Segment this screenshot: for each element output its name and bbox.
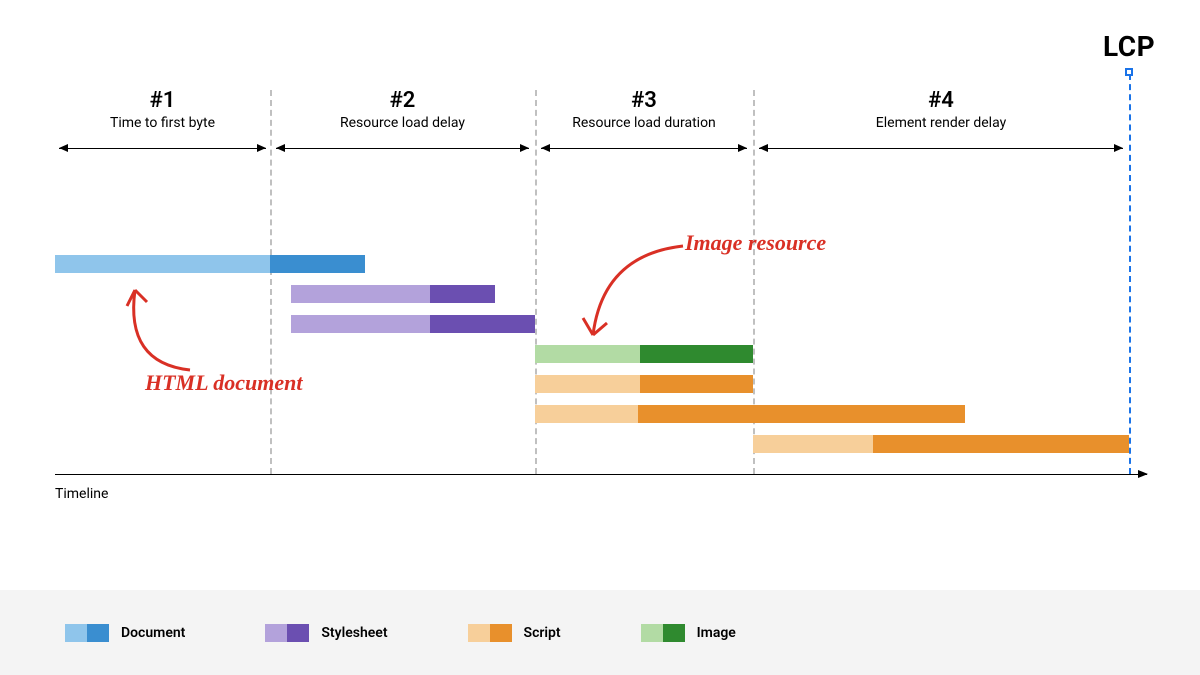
legend-label: Image xyxy=(697,625,736,641)
annotation-image-resource: Image resource xyxy=(685,230,826,256)
bar-stylesheet xyxy=(291,315,535,333)
legend-label: Stylesheet xyxy=(321,625,387,641)
timeline-axis xyxy=(55,474,1147,475)
bar-script xyxy=(753,435,1129,453)
phase-description: Resource load duration xyxy=(535,115,753,131)
phase-arrow xyxy=(759,148,1123,149)
bar-script xyxy=(535,405,965,423)
phase-description: Time to first byte xyxy=(55,115,270,131)
phase-number: #4 xyxy=(753,88,1129,113)
arrow-icon xyxy=(563,240,693,350)
timeline-axis-label: Timeline xyxy=(55,486,108,502)
lcp-dashed-line xyxy=(1129,74,1131,474)
legend: Document Stylesheet Script Image xyxy=(0,590,1200,675)
legend-label: Script xyxy=(524,625,561,641)
swatch-icon xyxy=(468,624,512,642)
phase-description: Resource load delay xyxy=(270,115,535,131)
phase-header-1: #1 Time to first byte xyxy=(55,88,270,131)
legend-item-document: Document xyxy=(65,624,185,642)
phase-divider xyxy=(270,90,272,474)
swatch-icon xyxy=(65,624,109,642)
bar-stylesheet xyxy=(291,285,495,303)
phase-arrow xyxy=(541,148,747,149)
lcp-marker-icon xyxy=(1125,68,1133,76)
lcp-waterfall-diagram: LCP #1 Time to first byte #2 Resource lo… xyxy=(55,30,1155,500)
phase-number: #3 xyxy=(535,88,753,113)
lcp-label: LCP xyxy=(1103,30,1155,63)
legend-item-image: Image xyxy=(641,624,736,642)
phase-arrow xyxy=(276,148,529,149)
phase-arrow xyxy=(59,148,266,149)
legend-item-stylesheet: Stylesheet xyxy=(265,624,387,642)
phase-header-2: #2 Resource load delay xyxy=(270,88,535,131)
phase-number: #1 xyxy=(55,88,270,113)
phase-header-3: #3 Resource load duration xyxy=(535,88,753,131)
bar-document xyxy=(55,255,365,273)
bar-script xyxy=(535,375,753,393)
phase-number: #2 xyxy=(270,88,535,113)
legend-label: Document xyxy=(121,625,185,641)
phase-header-4: #4 Element render delay xyxy=(753,88,1129,131)
arrow-icon xyxy=(105,278,225,378)
swatch-icon xyxy=(641,624,685,642)
phase-description: Element render delay xyxy=(753,115,1129,131)
legend-item-script: Script xyxy=(468,624,561,642)
swatch-icon xyxy=(265,624,309,642)
